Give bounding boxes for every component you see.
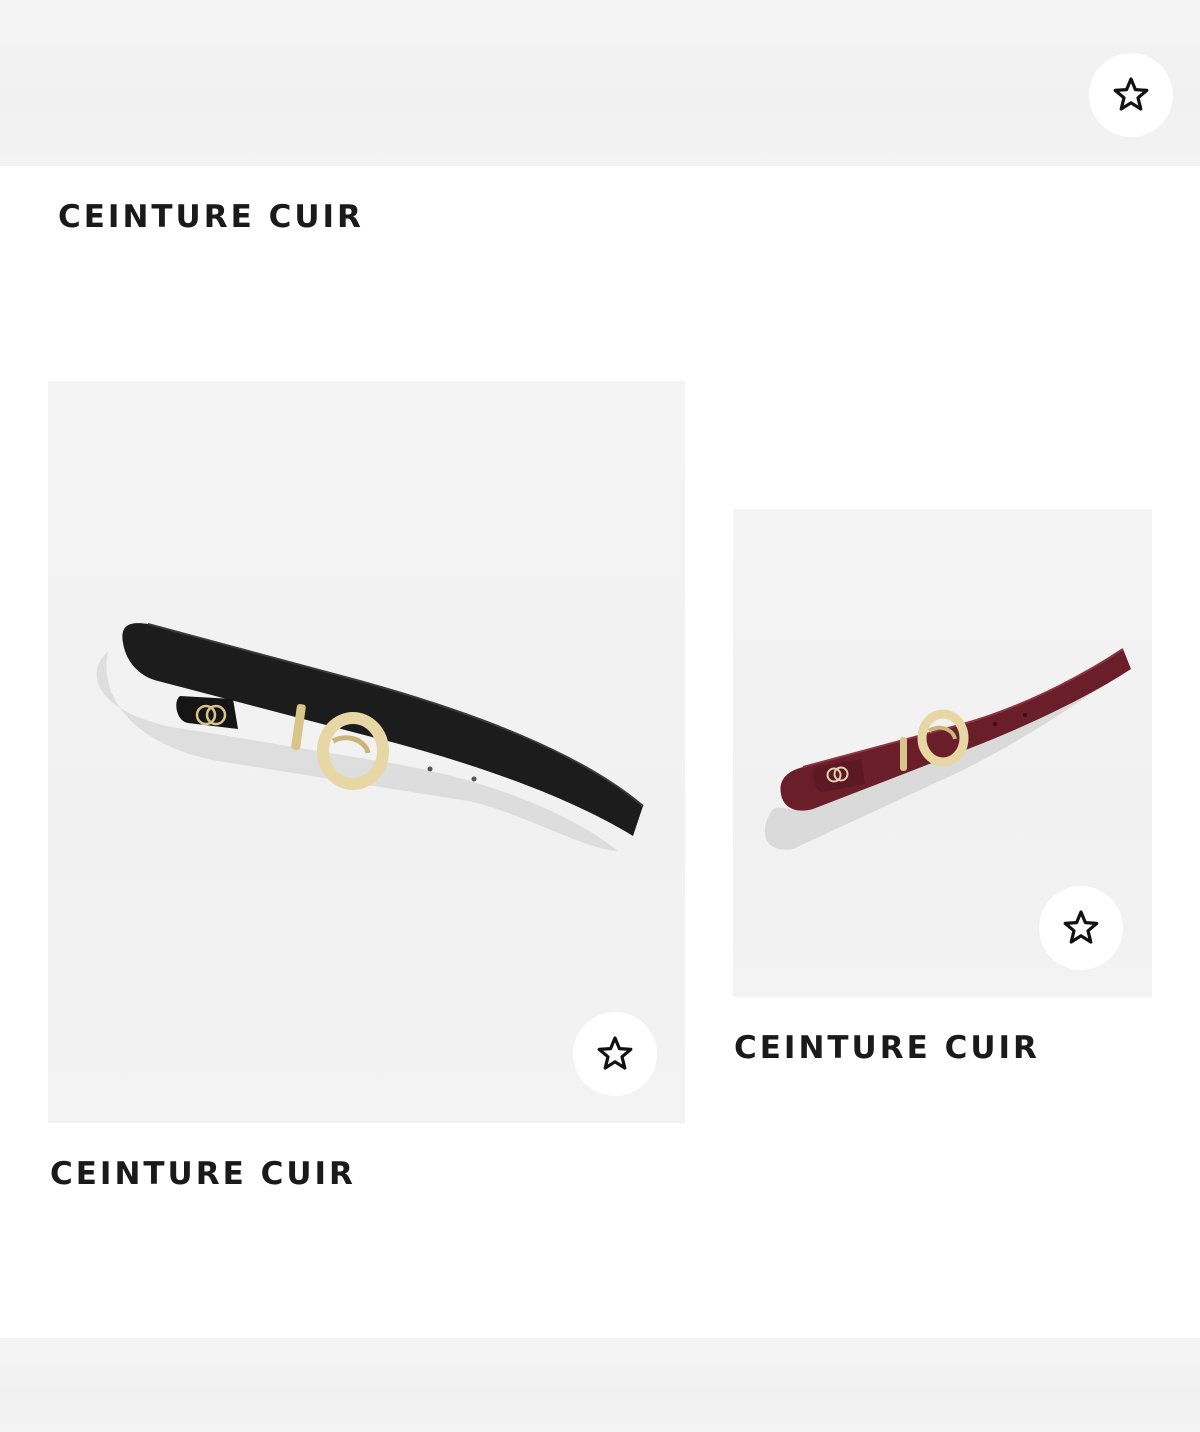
star-outline-icon — [597, 1036, 633, 1070]
black-belt-image — [96, 623, 644, 851]
product-name-3[interactable]: CEINTURE CUIR — [734, 1030, 1040, 1066]
favorite-button-2[interactable] — [573, 1012, 657, 1096]
favorite-button-3[interactable] — [1039, 886, 1123, 970]
product-image-3[interactable] — [733, 509, 1152, 997]
star-outline-icon — [1113, 77, 1149, 111]
product-image-1[interactable] — [0, 0, 1200, 166]
star-outline-icon — [1063, 910, 1099, 944]
product-image-4[interactable] — [0, 1338, 1200, 1432]
product-name-1[interactable]: CEINTURE CUIR — [58, 199, 364, 235]
product-grid-page: CEINTURE CUIR CEINTURE CUIR CEINTURE CUI… — [0, 0, 1200, 1432]
product-image-2[interactable] — [48, 381, 685, 1123]
product-name-2[interactable]: CEINTURE CUIR — [50, 1156, 356, 1192]
favorite-button-1[interactable] — [1089, 53, 1173, 137]
